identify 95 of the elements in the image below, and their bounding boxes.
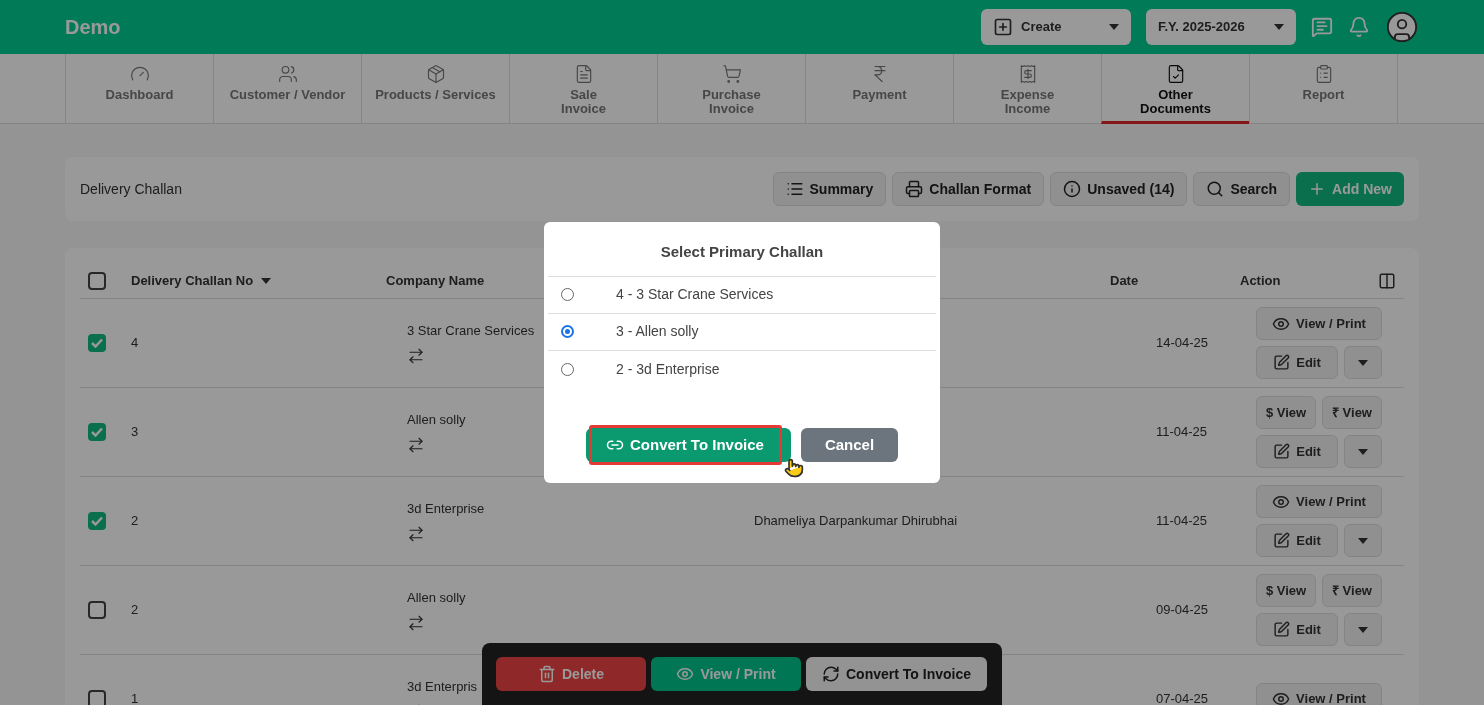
add-icon bbox=[993, 17, 1013, 37]
swap-icon[interactable] bbox=[407, 524, 425, 543]
more-button[interactable] bbox=[1344, 346, 1382, 379]
summary-icon bbox=[785, 180, 804, 198]
column-header[interactable]: Delivery Challan No bbox=[131, 270, 386, 291]
challan-date: 09-04-25 bbox=[1156, 601, 1210, 620]
create-button[interactable]: Create bbox=[981, 9, 1131, 45]
search-icon bbox=[1206, 180, 1225, 198]
info-icon bbox=[1063, 180, 1082, 198]
company-name: 3 Star Crane Services bbox=[407, 322, 535, 341]
swap-icon[interactable] bbox=[407, 613, 425, 632]
column-header: Action bbox=[1240, 271, 1281, 290]
pointer-icon bbox=[784, 458, 804, 478]
page-title: Delivery Challan bbox=[80, 179, 182, 199]
cancel-button[interactable]: Cancel bbox=[801, 428, 898, 462]
company-name: 3d Enterprise bbox=[407, 500, 485, 519]
caret-icon bbox=[1109, 24, 1119, 30]
nav-tab[interactable]: Expense Income bbox=[953, 54, 1101, 124]
view-button[interactable]: $ View bbox=[1256, 396, 1316, 429]
convert-button[interactable]: Convert To Invoice bbox=[586, 428, 791, 462]
users-icon bbox=[277, 64, 298, 84]
caret-icon bbox=[261, 277, 272, 284]
challan-date: 11-04-25 bbox=[1156, 423, 1209, 442]
edit-button[interactable]: Edit bbox=[1256, 524, 1338, 557]
view-button[interactable]: $ View bbox=[1256, 574, 1316, 607]
edit-icon bbox=[1273, 532, 1291, 549]
column-header: Date bbox=[1110, 271, 1140, 290]
profile-avatar[interactable] bbox=[1385, 10, 1419, 44]
fiscal-year-select[interactable]: F.Y. 2025-2026 bbox=[1146, 9, 1296, 45]
summary-button[interactable]: Summary bbox=[772, 172, 887, 206]
view-print-button[interactable]: View / Print bbox=[1256, 682, 1382, 705]
row-checkbox[interactable] bbox=[88, 601, 106, 619]
option-label[interactable]: 2 - 3d Enterprise bbox=[616, 358, 720, 380]
company-name: Allen solly bbox=[407, 411, 466, 430]
nav-tab[interactable]: Other Documents bbox=[1101, 54, 1249, 124]
caret-icon bbox=[1358, 359, 1368, 366]
nav-tab[interactable]: Customer / Vendor bbox=[213, 54, 361, 124]
nav-tab[interactable]: Products / Services bbox=[361, 54, 509, 124]
more-button[interactable] bbox=[1344, 435, 1382, 468]
columns-icon[interactable] bbox=[1378, 271, 1396, 290]
column-header: Company Name bbox=[386, 271, 486, 290]
view-print-button[interactable]: View / Print bbox=[1256, 307, 1382, 340]
view-print-button[interactable]: View / Print bbox=[1256, 485, 1382, 518]
app-title: Demo bbox=[65, 15, 121, 40]
nav-tab[interactable]: Purchase Invoice bbox=[657, 54, 805, 124]
challan-number: 2 bbox=[131, 512, 140, 531]
edit-icon bbox=[1273, 443, 1291, 460]
caret-icon bbox=[1274, 24, 1284, 30]
nav-tab[interactable]: Payment bbox=[805, 54, 953, 124]
nav-tab[interactable]: Dashboard bbox=[65, 54, 213, 124]
swap-icon[interactable] bbox=[407, 346, 425, 365]
delete-button[interactable]: Delete bbox=[496, 657, 646, 691]
delete-icon bbox=[538, 665, 556, 683]
dialog-title: Select Primary Challan bbox=[548, 222, 936, 277]
eye-icon bbox=[1272, 690, 1291, 705]
caret-icon bbox=[1358, 448, 1368, 455]
convert-button[interactable]: Convert To Invoice bbox=[806, 657, 987, 691]
company-name: Allen solly bbox=[407, 589, 466, 608]
swap-icon[interactable] bbox=[407, 435, 425, 454]
more-button[interactable] bbox=[1344, 524, 1382, 557]
challan-date: 14-04-25 bbox=[1156, 334, 1210, 353]
nav-tab[interactable]: Sale Invoice bbox=[509, 54, 657, 124]
challan-number: 1 bbox=[131, 690, 140, 705]
row-checkbox[interactable] bbox=[88, 512, 106, 530]
challan-number: 3 bbox=[131, 423, 140, 442]
search-button[interactable]: Search bbox=[1193, 172, 1291, 206]
caret-icon bbox=[1358, 537, 1368, 544]
caret-icon bbox=[1358, 626, 1368, 633]
package-icon bbox=[425, 64, 446, 84]
edit-icon bbox=[1273, 621, 1291, 638]
challan-number: 2 bbox=[131, 601, 140, 620]
select-all-checkbox[interactable] bbox=[88, 271, 106, 290]
view-button[interactable]: ₹ View bbox=[1322, 574, 1382, 607]
row-checkbox[interactable] bbox=[88, 423, 106, 441]
challan-number: 4 bbox=[131, 334, 140, 353]
edit-icon bbox=[1273, 354, 1291, 371]
option-label[interactable]: 3 - Allen solly bbox=[616, 321, 699, 342]
row-checkbox[interactable] bbox=[88, 334, 106, 352]
edit-button[interactable]: Edit bbox=[1256, 613, 1338, 646]
option-label[interactable]: 4 - 3 Star Crane Services bbox=[616, 284, 774, 305]
more-button[interactable] bbox=[1344, 613, 1382, 646]
company-name: 3d Enterpris bbox=[407, 678, 478, 697]
edit-button[interactable]: Edit bbox=[1256, 346, 1338, 379]
row-checkbox[interactable] bbox=[88, 690, 106, 705]
print-button[interactable]: Challan Format bbox=[892, 172, 1045, 206]
challan-date: 11-04-25 bbox=[1156, 512, 1209, 531]
edit-button[interactable]: Edit bbox=[1256, 435, 1338, 468]
nav-tab[interactable]: Report bbox=[1249, 54, 1397, 124]
info-button[interactable]: Unsaved (14) bbox=[1050, 172, 1188, 206]
view-button[interactable]: ₹ View bbox=[1322, 396, 1382, 429]
print-icon bbox=[905, 180, 924, 198]
radio-button[interactable] bbox=[561, 325, 574, 338]
challan-date: 07-04-25 bbox=[1156, 690, 1210, 705]
buyer-name: Dhameliya Darpankumar Dhirubhai bbox=[754, 512, 959, 531]
cart-icon bbox=[721, 64, 742, 84]
